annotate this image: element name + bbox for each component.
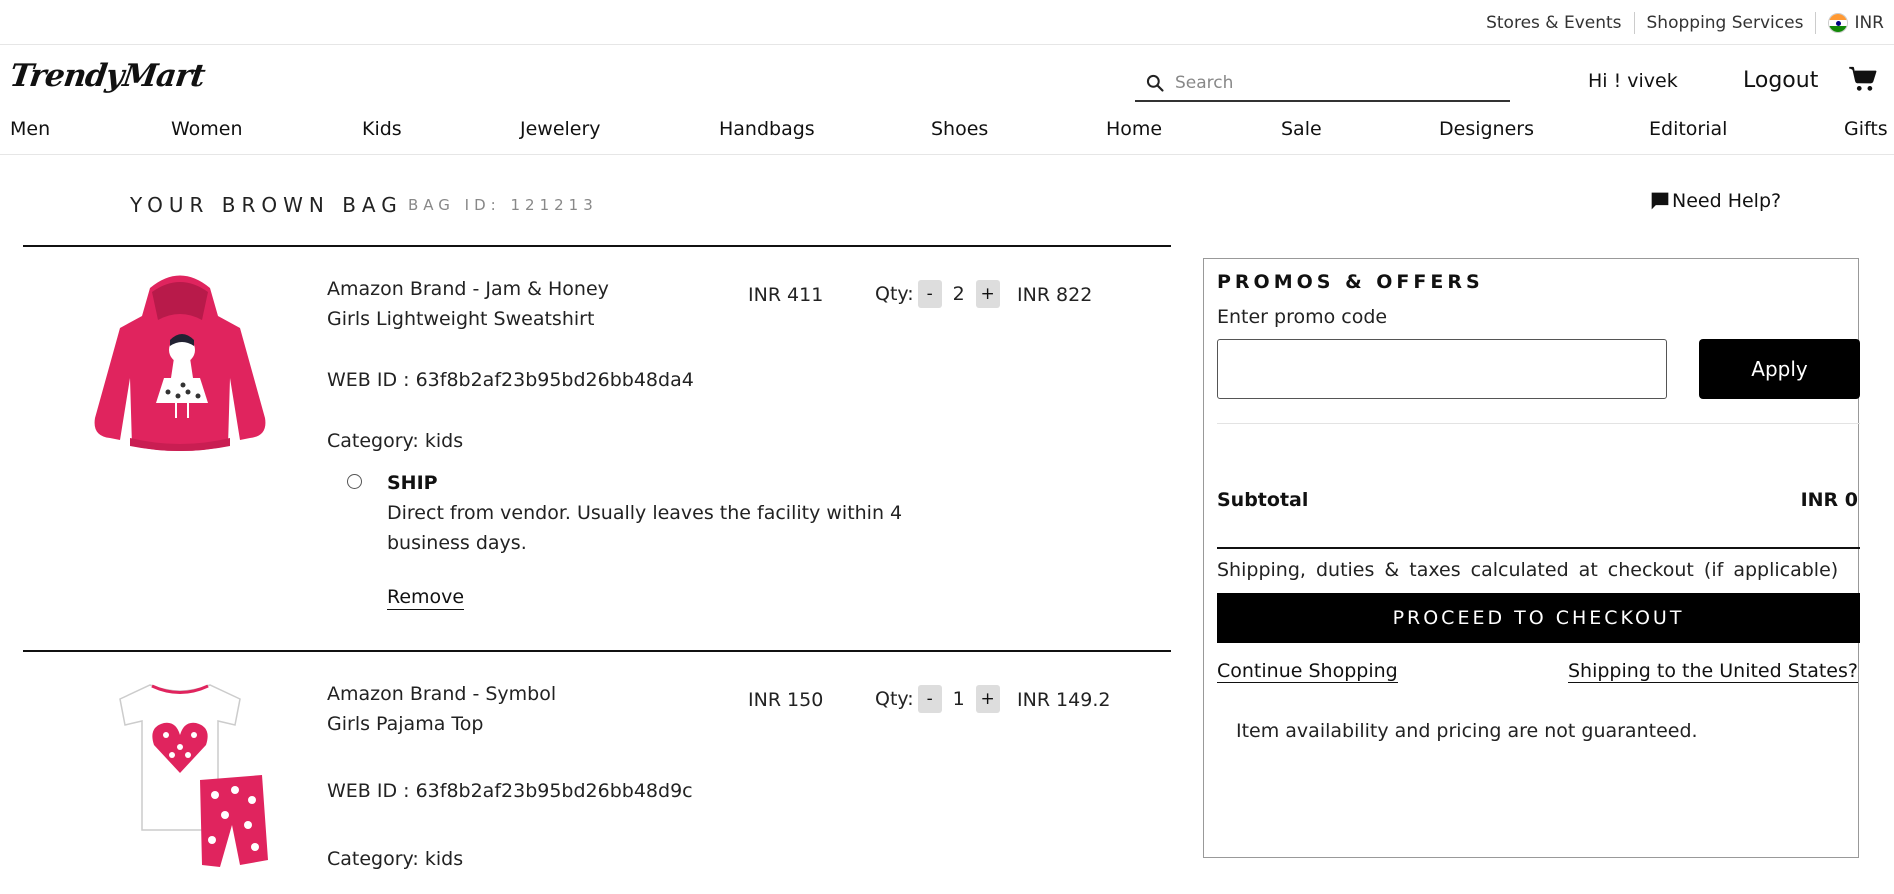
qty-value: 2 [952, 283, 965, 305]
india-flag-icon [1828, 13, 1849, 33]
currency-selector[interactable]: INR [1816, 12, 1884, 34]
qty-decrease-button[interactable]: - [917, 685, 942, 713]
search-icon[interactable] [1145, 73, 1165, 93]
divider [23, 650, 1171, 652]
need-help-link[interactable]: Need Help? [1650, 190, 1781, 212]
tax-note: Shipping, duties & taxes calculated at c… [1217, 559, 1839, 581]
item-name-line1: Amazon Brand - Symbol [327, 683, 557, 705]
item-name-line1: Amazon Brand - Jam & Honey [327, 278, 609, 300]
nav-home[interactable]: Home [1106, 118, 1162, 140]
nav-women[interactable]: Women [171, 118, 243, 140]
ship-option-title: SHIP [387, 472, 438, 494]
nav-editorial[interactable]: Editorial [1649, 118, 1727, 140]
remove-link[interactable]: Remove [387, 586, 465, 610]
nav-men[interactable]: Men [10, 118, 50, 140]
availability-note: Item availability and pricing are not gu… [1236, 720, 1698, 742]
currency-label: INR [1854, 13, 1884, 33]
user-greeting: Hi ! vivek [1588, 70, 1678, 92]
item-category: Category: kids [327, 430, 464, 452]
item-unit-price: INR 411 [748, 284, 824, 306]
continue-shopping-link[interactable]: Continue Shopping [1217, 660, 1398, 683]
chat-icon [1651, 192, 1669, 210]
qty-label: Qty: [875, 283, 914, 305]
item-category: Category: kids [327, 848, 464, 870]
nav-gifts[interactable]: Gifts [1844, 118, 1888, 140]
item-name[interactable]: Amazon Brand - Jam & Honey Girls Lightwe… [327, 274, 609, 334]
nav-handbags[interactable]: Handbags [719, 118, 815, 140]
qty-increase-button[interactable]: + [975, 280, 1000, 308]
subtotal-label: Subtotal [1217, 489, 1309, 511]
qty-label: Qty: [875, 688, 914, 710]
qty-stepper: Qty: - 2 + [875, 280, 1000, 308]
site-logo[interactable]: TrendyMart [7, 58, 206, 94]
shipping-us-link[interactable]: Shipping to the United States? [1567, 660, 1858, 683]
proceed-to-checkout-button[interactable]: PROCEED TO CHECKOUT [1217, 593, 1860, 643]
product-image-pajama-top[interactable] [90, 675, 270, 875]
item-total: INR 149.2 [1017, 689, 1111, 711]
promo-title: PROMOS & OFFERS [1217, 271, 1484, 293]
main-nav: Men Women Kids Jewelery Handbags Shoes H… [0, 118, 1894, 155]
nav-shoes[interactable]: Shoes [931, 118, 988, 140]
promo-panel: PROMOS & OFFERS Enter promo code Apply S… [1203, 258, 1860, 858]
utility-links: Stores & Events Shopping Services INR [1474, 12, 1884, 34]
cart-icon[interactable] [1848, 64, 1878, 94]
qty-increase-button[interactable]: + [975, 685, 1000, 713]
item-web-id: WEB ID : 63f8b2af23b95bd26bb48da4 [327, 369, 694, 391]
search-input[interactable] [1175, 73, 1495, 93]
nav-kids[interactable]: Kids [362, 118, 402, 140]
nav-jewelery[interactable]: Jewelery [520, 118, 601, 140]
item-total: INR 822 [1017, 284, 1093, 306]
divider [1217, 423, 1860, 424]
item-name-line2: Girls Pajama Top [327, 713, 484, 735]
item-unit-price: INR 150 [748, 689, 824, 711]
divider [1217, 547, 1860, 549]
logout-button[interactable]: Logout [1743, 68, 1818, 93]
utility-bar: Stores & Events Shopping Services INR [0, 0, 1894, 45]
apply-button[interactable]: Apply [1699, 339, 1860, 399]
item-name-line2: Girls Lightweight Sweatshirt [327, 308, 595, 330]
item-web-id: WEB ID : 63f8b2af23b95bd26bb48d9c [327, 780, 693, 802]
qty-decrease-button[interactable]: - [917, 280, 942, 308]
bag-id: BAG ID: 121213 [408, 196, 598, 214]
divider [23, 245, 1171, 247]
subtotal-value: INR 0 [1800, 489, 1858, 511]
nav-sale[interactable]: Sale [1281, 118, 1322, 140]
stores-events-link[interactable]: Stores & Events [1474, 12, 1635, 34]
qty-value: 1 [952, 688, 965, 710]
ship-option-description: Direct from vendor. Usually leaves the f… [387, 502, 903, 554]
item-name[interactable]: Amazon Brand - Symbol Girls Pajama Top [327, 679, 556, 739]
promo-code-input[interactable] [1217, 339, 1667, 399]
nav-designers[interactable]: Designers [1439, 118, 1534, 140]
qty-stepper: Qty: - 1 + [875, 685, 1000, 713]
promo-label: Enter promo code [1217, 306, 1388, 328]
need-help-label: Need Help? [1672, 190, 1782, 212]
bag-title: YOUR BROWN BAG [130, 193, 403, 217]
ship-radio[interactable] [347, 474, 362, 489]
product-image-sweatshirt[interactable] [90, 268, 270, 458]
shopping-services-link[interactable]: Shopping Services [1635, 12, 1817, 34]
search-bar [1135, 66, 1510, 102]
